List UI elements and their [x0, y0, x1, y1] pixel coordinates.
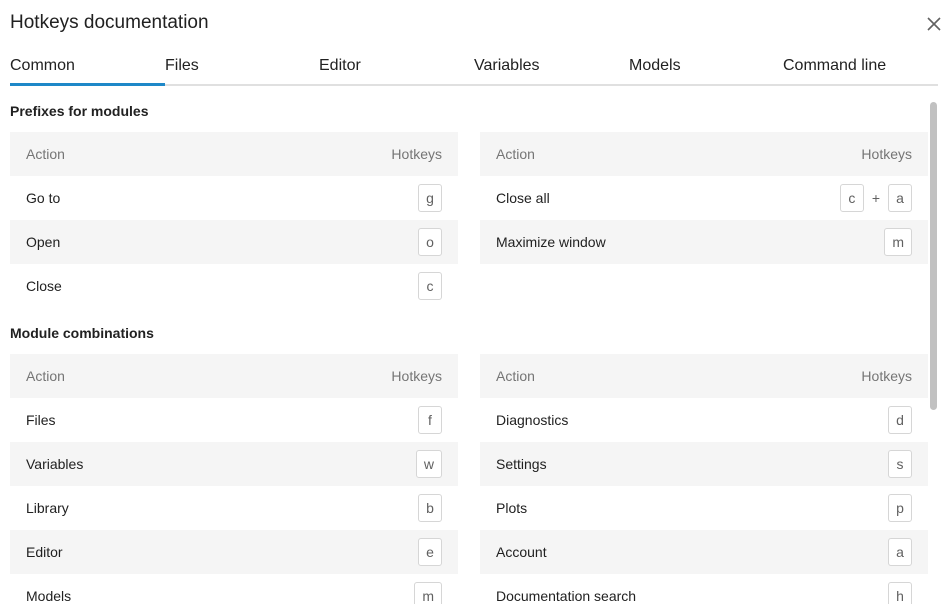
scrollbar[interactable]: [930, 102, 937, 410]
tab-variables[interactable]: Variables: [474, 48, 540, 84]
hotkeys-content: Prefixes for modules Action Hotkeys Go to g O…: [10, 90, 928, 604]
hotkey-combo: b: [418, 494, 442, 522]
key-cap: e: [418, 538, 442, 566]
hotkey-combo: w: [415, 450, 442, 478]
close-icon: [927, 17, 941, 31]
action-label: Documentation search: [496, 588, 637, 604]
column-header-action: Action: [26, 368, 65, 384]
hotkeys-table-left: Action Hotkeys Files f Variables w Library b Edi…: [10, 354, 458, 604]
action-label: Files: [26, 412, 56, 428]
key-cap: s: [888, 450, 912, 478]
hotkey-combo: c + a: [839, 184, 912, 212]
hotkey-combo: p: [888, 494, 912, 522]
hotkey-combo: c: [418, 272, 442, 300]
action-label: Settings: [496, 456, 547, 472]
key-cap: b: [418, 494, 442, 522]
column-header-hotkeys: Hotkeys: [391, 368, 442, 384]
table-header-row: Action Hotkeys: [480, 132, 928, 176]
plus-separator: +: [871, 190, 880, 206]
action-label: Library: [26, 500, 69, 516]
action-label: Go to: [26, 190, 61, 206]
action-label: Open: [26, 234, 61, 250]
tab-command-line[interactable]: Command line: [783, 48, 886, 84]
column-header-action: Action: [496, 146, 535, 162]
column-header-action: Action: [496, 368, 535, 384]
column-header-hotkeys: Hotkeys: [391, 146, 442, 162]
table-row: Maximize window m: [480, 220, 928, 264]
action-label: Variables: [26, 456, 84, 472]
action-label: Account: [496, 544, 547, 560]
action-label: Maximize window: [496, 234, 606, 250]
hotkey-combo: s: [888, 450, 912, 478]
key-cap: h: [888, 582, 912, 604]
hotkey-combo: e: [418, 538, 442, 566]
hotkey-combo: a: [888, 538, 912, 566]
section-title: Prefixes for modules: [10, 103, 149, 119]
table-row: Plots p: [480, 486, 928, 530]
table-row: Open o: [10, 220, 458, 264]
column-header-hotkeys: Hotkeys: [861, 368, 912, 384]
table-header-row: Action Hotkeys: [10, 132, 458, 176]
key-cap: m: [884, 228, 912, 256]
dialog-title: Hotkeys documentation: [10, 12, 209, 33]
action-label: Diagnostics: [496, 412, 569, 428]
table-row: Editor e: [10, 530, 458, 574]
action-label: Close all: [496, 190, 550, 206]
action-label: Close: [26, 278, 62, 294]
table-row: Close all c + a: [480, 176, 928, 220]
key-cap: m: [414, 582, 442, 604]
action-label: Editor: [26, 544, 63, 560]
table-row: Settings s: [480, 442, 928, 486]
tab-bar: Common Files Editor Variables Models Com…: [10, 48, 938, 86]
hotkeys-table-right: Action Hotkeys Diagnostics d Settings s Plots p…: [480, 354, 928, 604]
tab-editor[interactable]: Editor: [319, 48, 361, 84]
table-header-row: Action Hotkeys: [480, 354, 928, 398]
key-cap: d: [888, 406, 912, 434]
close-button[interactable]: [920, 10, 948, 38]
table-header-row: Action Hotkeys: [10, 354, 458, 398]
section-title: Module combinations: [10, 325, 154, 341]
hotkey-combo: f: [418, 406, 442, 434]
hotkey-combo: m: [884, 228, 912, 256]
key-cap: f: [418, 406, 442, 434]
hotkeys-table-right: Action Hotkeys Close all c + a Maximize window…: [480, 132, 928, 264]
key-cap: g: [418, 184, 442, 212]
hotkeys-table-left: Action Hotkeys Go to g Open o Close c: [10, 132, 458, 308]
hotkey-combo: o: [418, 228, 442, 256]
tab-common[interactable]: Common: [10, 48, 165, 86]
key-cap: o: [418, 228, 442, 256]
tab-files[interactable]: Files: [165, 48, 199, 84]
table-row: Files f: [10, 398, 458, 442]
dialog-header: Hotkeys documentation: [10, 0, 948, 46]
hotkey-combo: g: [418, 184, 442, 212]
table-row: Models m: [10, 574, 458, 604]
table-row: Variables w: [10, 442, 458, 486]
hotkey-combo: d: [888, 406, 912, 434]
table-row: Go to g: [10, 176, 458, 220]
key-cap: w: [415, 450, 442, 478]
column-header-hotkeys: Hotkeys: [861, 146, 912, 162]
action-label: Plots: [496, 500, 528, 516]
key-cap: a: [888, 184, 912, 212]
tab-models[interactable]: Models: [629, 48, 681, 84]
key-cap: c: [839, 184, 864, 212]
key-cap: c: [418, 272, 442, 300]
hotkey-combo: h: [888, 582, 912, 604]
table-row: Close c: [10, 264, 458, 308]
hotkey-combo: m: [414, 582, 442, 604]
action-label: Models: [26, 588, 72, 604]
table-row: Account a: [480, 530, 928, 574]
key-cap: p: [888, 494, 912, 522]
table-row: Diagnostics d: [480, 398, 928, 442]
key-cap: a: [888, 538, 912, 566]
column-header-action: Action: [26, 146, 65, 162]
table-row: Documentation search h: [480, 574, 928, 604]
table-row: Library b: [10, 486, 458, 530]
